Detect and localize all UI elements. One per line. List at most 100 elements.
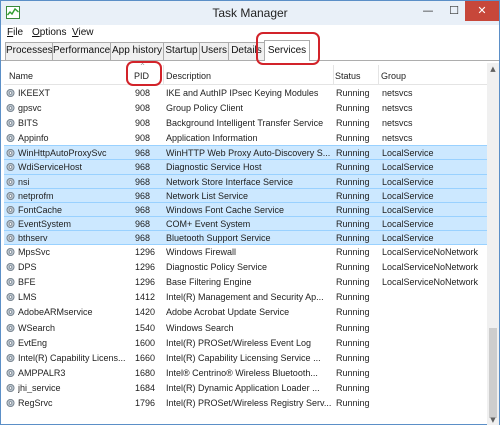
service-description: Bluetooth Support Service	[166, 232, 271, 243]
service-description: Diagnostic Service Host	[166, 162, 262, 173]
table-row[interactable]: DPS 1296 Diagnostic Policy Service Running L…	[4, 260, 487, 275]
service-name: WSearch	[18, 322, 56, 333]
tab-app-history[interactable]: App history	[110, 42, 164, 60]
service-status: Running	[336, 232, 370, 243]
menu-file[interactable]: File	[7, 27, 23, 38]
table-row[interactable]: FontCache 968 Windows Font Cache Service Ru…	[4, 201, 487, 217]
service-pid: 968	[135, 232, 151, 243]
tab-details[interactable]: Details	[228, 42, 265, 60]
tab-startup[interactable]: Startup	[163, 42, 200, 60]
service-description: Intel(R) PROSet/Wireless Event Log	[166, 337, 312, 348]
service-status: Running	[336, 292, 370, 303]
service-status: Running	[336, 277, 370, 288]
column-header-group[interactable]: Group	[381, 71, 406, 81]
service-status: Running	[336, 118, 370, 129]
table-row[interactable]: EventSystem 968 COM+ Event System Running Lo…	[4, 215, 487, 231]
service-status: Running	[336, 148, 370, 159]
service-group: LocalService	[382, 190, 434, 201]
service-description: WinHTTP Web Proxy Auto-Discovery S...	[166, 148, 331, 159]
service-name: MpsSvc	[18, 247, 51, 258]
service-name: WdiServiceHost	[18, 162, 83, 173]
service-name: LMS	[18, 292, 37, 303]
column-header-pid[interactable]: PID	[134, 71, 149, 81]
service-gear-icon	[6, 338, 15, 348]
column-divider[interactable]	[333, 65, 334, 85]
service-group: LocalServiceNoNetwork	[382, 262, 479, 273]
vertical-scrollbar[interactable]: ▲ ▼	[487, 63, 499, 425]
column-header-description[interactable]: Description	[166, 71, 211, 81]
service-pid: 1540	[135, 322, 156, 333]
service-name: nsi	[18, 176, 30, 187]
column-header-status[interactable]: Status	[335, 71, 361, 81]
menu-options[interactable]: Options	[32, 27, 66, 38]
service-description: Intel(R) Capability Licensing Service ..…	[166, 352, 321, 363]
table-row[interactable]: BITS 908 Background Intelligent Transfer S…	[4, 116, 487, 131]
scroll-up-icon[interactable]: ▲	[487, 63, 499, 75]
column-header-row: Name ^ PID Description Status Group	[4, 63, 487, 85]
service-gear-icon	[6, 88, 15, 98]
service-status: Running	[336, 307, 370, 318]
tab-services[interactable]: Services	[264, 40, 310, 61]
service-status: Running	[336, 322, 370, 333]
service-group: netsvcs	[382, 103, 413, 114]
table-row[interactable]: LMS 1412 Intel(R) Management and Security …	[4, 290, 487, 305]
table-row[interactable]: WdiServiceHost 968 Diagnostic Service Host…	[4, 159, 487, 175]
table-row[interactable]: Intel(R) Capability Licens... 1660 Intel(R…	[4, 351, 487, 366]
table-row[interactable]: AMPPALR3 1680 Intel® Centrino® Wireless Bl…	[4, 366, 487, 381]
service-group: LocalServiceNoNetwork	[382, 247, 479, 258]
title-bar[interactable]: Task Manager — ☐ ✕	[1, 1, 499, 25]
service-pid: 968	[135, 218, 151, 229]
service-status: Running	[336, 367, 370, 378]
table-row[interactable]: bthserv 968 Bluetooth Support Service Runni…	[4, 229, 487, 246]
table-row[interactable]: nsi 968 Network Store Interface Service Run…	[4, 173, 487, 189]
close-button[interactable]: ✕	[465, 1, 499, 21]
tab-processes[interactable]: Processes	[5, 42, 53, 60]
table-row[interactable]: gpsvc 908 Group Policy Client Running netsvc…	[4, 101, 487, 116]
service-pid: 908	[135, 88, 151, 98]
table-row[interactable]: WSearch 1540 Windows Search Running	[4, 321, 487, 336]
service-gear-icon	[6, 191, 15, 201]
service-description: IKE and AuthIP IPsec Keying Modules	[166, 88, 319, 98]
sort-indicator-icon: ^	[140, 63, 146, 70]
table-row[interactable]: WinHttpAutoProxySvc 968 WinHTTP Web Proxy …	[4, 145, 487, 161]
service-description: Adobe Acrobat Update Service	[166, 307, 290, 318]
table-row[interactable]: netprofm 968 Network List Service Running Lo…	[4, 187, 487, 203]
service-pid: 1296	[135, 262, 156, 273]
scroll-thumb[interactable]	[489, 328, 497, 418]
menu-view[interactable]: View	[72, 27, 94, 38]
service-status: Running	[336, 103, 370, 114]
column-header-name[interactable]: Name	[9, 71, 33, 81]
service-name: gpsvc	[18, 103, 42, 114]
table-row[interactable]: IKEEXT 908 IKE and AuthIP IPsec Keying Mod…	[4, 86, 487, 101]
service-gear-icon	[6, 277, 15, 287]
service-status: Running	[336, 176, 370, 187]
service-pid: 968	[135, 162, 151, 173]
service-pid: 1660	[135, 352, 156, 363]
table-row[interactable]: Appinfo 908 Application Information Running…	[4, 131, 487, 146]
service-description: Group Policy Client	[166, 103, 244, 114]
service-description: Windows Firewall	[166, 247, 237, 258]
scroll-down-icon[interactable]: ▼	[487, 414, 499, 425]
table-row[interactable]: EvtEng 1600 Intel(R) PROSet/Wireless Event…	[4, 336, 487, 351]
column-divider[interactable]	[163, 65, 164, 85]
tab-users[interactable]: Users	[199, 42, 229, 60]
service-gear-icon	[6, 233, 15, 243]
service-gear-icon	[6, 353, 15, 363]
service-status: Running	[336, 262, 370, 273]
table-row[interactable]: BFE 1296 Base Filtering Engine Running Local…	[4, 275, 487, 290]
table-row[interactable]: RegSrvc 1796 Intel(R) PROSet/Wireless Regi…	[4, 396, 487, 411]
service-status: Running	[336, 397, 370, 408]
column-divider[interactable]	[378, 65, 379, 85]
table-row[interactable]: MpsSvc 1296 Windows Firewall Running LocalSe…	[4, 245, 487, 260]
service-pid: 908	[135, 118, 151, 129]
service-name: netprofm	[18, 190, 54, 201]
table-row[interactable]: jhi_service 1684 Intel(R) Dynamic Applicat…	[4, 381, 487, 396]
table-row[interactable]: AdobeARMservice 1420 Adobe Acrobat Update …	[4, 305, 487, 320]
service-pid: 968	[135, 190, 151, 201]
minimize-button[interactable]: —	[415, 1, 441, 21]
tab-performance[interactable]: Performance	[52, 42, 111, 60]
service-group: netsvcs	[382, 88, 413, 98]
maximize-button[interactable]: ☐	[441, 1, 467, 21]
service-group: netsvcs	[382, 133, 413, 144]
service-group: LocalService	[382, 232, 434, 243]
